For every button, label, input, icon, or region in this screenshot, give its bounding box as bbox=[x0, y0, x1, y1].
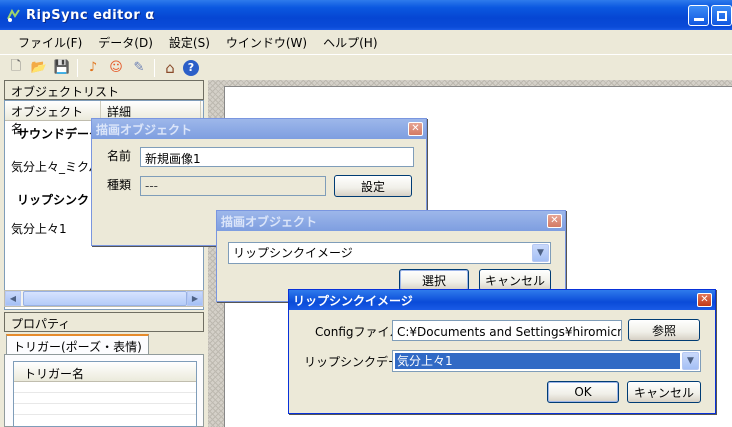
ok-button[interactable]: OK bbox=[547, 381, 619, 403]
config-file-label: Configファイル bbox=[315, 325, 402, 339]
settings-button[interactable]: 設定 bbox=[334, 175, 412, 197]
toolbar-separator bbox=[154, 58, 155, 77]
menu-data[interactable]: データ(D) bbox=[90, 34, 161, 51]
cancel-button[interactable]: キャンセル bbox=[479, 269, 551, 291]
chevron-down-icon[interactable]: ▼ bbox=[532, 244, 549, 262]
column-object-name[interactable]: オブジェクト名 bbox=[5, 101, 101, 136]
name-field[interactable]: 新規画像1 bbox=[140, 147, 414, 167]
chevron-down-icon[interactable]: ▼ bbox=[682, 352, 699, 370]
scroll-thumb[interactable] bbox=[23, 291, 187, 306]
table-row[interactable] bbox=[14, 382, 196, 393]
dialog-title: リップシンクイメージ bbox=[289, 290, 715, 310]
music-note-icon[interactable]: ♪ bbox=[83, 58, 103, 78]
name-label: 名前 bbox=[107, 149, 132, 163]
cancel-button[interactable]: キャンセル bbox=[627, 381, 701, 403]
menu-window[interactable]: ウインドウ(W) bbox=[218, 34, 315, 51]
save-icon[interactable]: 💾 bbox=[52, 58, 72, 78]
horizontal-scrollbar[interactable]: ◀ ▶ bbox=[4, 290, 204, 307]
tab-trigger[interactable]: トリガー(ポーズ・表情) bbox=[6, 334, 149, 354]
toolbar: 🗋 📂 💾 ♪ ☺ ✎ ⌂ ? bbox=[0, 54, 732, 80]
property-tabs: トリガー(ポーズ・表情) bbox=[4, 332, 204, 354]
help-icon[interactable]: ? bbox=[183, 59, 199, 76]
combo-value: リップシンクイメージ bbox=[233, 246, 353, 260]
object-list-header: オブジェクトリスト bbox=[4, 80, 204, 100]
select-button[interactable]: 選択 bbox=[399, 269, 469, 291]
property-header: プロパティ bbox=[4, 312, 204, 332]
type-label: 種類 bbox=[107, 178, 132, 192]
object-type-combo[interactable]: リップシンクイメージ ▼ bbox=[228, 242, 551, 264]
config-file-field[interactable]: C:¥Documents and Settings¥hiromicm¥デスク bbox=[392, 320, 622, 341]
lipsync-data-combo[interactable]: 気分上々1 ▼ bbox=[392, 350, 701, 372]
close-icon[interactable]: ✕ bbox=[547, 214, 562, 228]
app-icon bbox=[7, 8, 20, 22]
tab-panel: トリガー名 bbox=[4, 354, 204, 427]
table-row[interactable] bbox=[14, 393, 196, 404]
toolbar-separator bbox=[77, 58, 78, 77]
combo-value: 気分上々1 bbox=[395, 353, 680, 369]
menu-bar: ファイル(F) データ(D) 設定(S) ウインドウ(W) ヘルプ(H) bbox=[0, 30, 732, 54]
menu-file[interactable]: ファイル(F) bbox=[10, 34, 90, 51]
lipsync-image-dialog: リップシンクイメージ ✕ Configファイル C:¥Documents and… bbox=[288, 289, 716, 414]
dialog-title: 描画オブジェクト bbox=[92, 119, 426, 139]
menu-settings[interactable]: 設定(S) bbox=[161, 34, 218, 51]
close-icon[interactable]: ✕ bbox=[697, 293, 712, 307]
close-icon[interactable]: ✕ bbox=[408, 122, 423, 136]
home-icon[interactable]: ⌂ bbox=[160, 58, 180, 78]
browse-button[interactable]: 参照 bbox=[628, 319, 700, 341]
open-folder-icon[interactable]: 📂 bbox=[29, 58, 49, 78]
minimize-button[interactable] bbox=[688, 5, 709, 26]
maximize-icon bbox=[716, 10, 727, 21]
minimize-icon bbox=[693, 17, 704, 21]
type-field: --- bbox=[140, 176, 326, 196]
maximize-button[interactable] bbox=[711, 5, 732, 26]
table-row[interactable] bbox=[14, 404, 196, 415]
column-trigger-name[interactable]: トリガー名 bbox=[14, 362, 196, 382]
trigger-grid[interactable]: トリガー名 bbox=[13, 361, 197, 427]
window-titlebar[interactable]: RipSync editor α bbox=[0, 0, 732, 30]
broom-icon[interactable]: ✎ bbox=[129, 58, 149, 78]
dialog-title: 描画オブジェクト bbox=[217, 211, 565, 231]
menu-help[interactable]: ヘルプ(H) bbox=[315, 34, 385, 51]
new-file-icon[interactable]: 🗋 bbox=[6, 58, 26, 78]
scroll-right-icon[interactable]: ▶ bbox=[187, 291, 203, 306]
window-title: RipSync editor α bbox=[26, 7, 155, 23]
face-icon[interactable]: ☺ bbox=[106, 58, 126, 78]
scroll-left-icon[interactable]: ◀ bbox=[5, 291, 21, 306]
